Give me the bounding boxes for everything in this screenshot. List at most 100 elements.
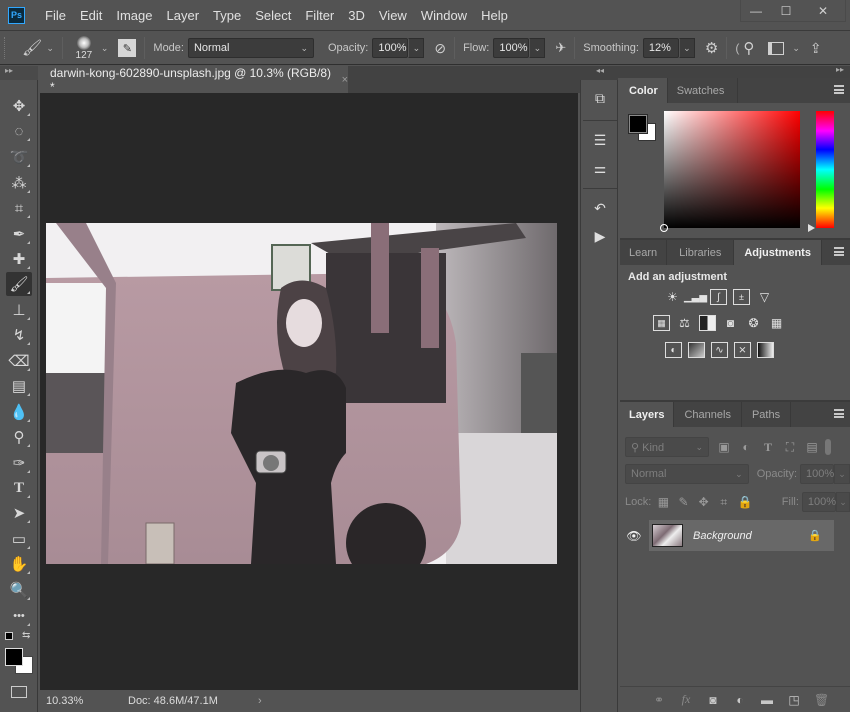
levels-icon[interactable]: ▁▃▅: [684, 289, 707, 305]
toolbox-header[interactable]: ▸▸: [0, 66, 38, 80]
filter-adjustment-icon[interactable]: ◐: [739, 440, 753, 454]
dodge-tool[interactable]: ⚲: [6, 425, 32, 449]
zoom-level-field[interactable]: 10.33%: [40, 695, 90, 707]
hue-slider[interactable]: [816, 111, 834, 228]
tab-channels[interactable]: Channels: [674, 402, 742, 427]
smoothing-input[interactable]: 12%: [642, 38, 679, 58]
foreground-color-swatch[interactable]: [5, 648, 23, 666]
flow-input[interactable]: 100%: [493, 38, 530, 58]
brush-settings-panel-icon[interactable]: ✎: [118, 39, 137, 57]
rectangle-tool[interactable]: ▭: [6, 527, 32, 551]
hue-slider-handle[interactable]: [808, 224, 815, 232]
new-adjustment-layer-icon[interactable]: ◐: [733, 693, 747, 707]
menu-select[interactable]: Select: [255, 8, 291, 23]
gradient-tool[interactable]: ▤: [6, 374, 32, 398]
brush-preset-icon[interactable]: 🖌: [22, 38, 42, 58]
search-icon[interactable]: ⚲: [743, 39, 754, 57]
healing-brush-tool[interactable]: ✚: [6, 247, 32, 271]
lock-all-icon[interactable]: 🔒: [738, 495, 753, 509]
menu-view[interactable]: View: [379, 8, 407, 23]
gradient-map-icon[interactable]: [757, 342, 774, 358]
minimize-button[interactable]: —: [741, 0, 771, 22]
menu-filter[interactable]: Filter: [305, 8, 334, 23]
crop-tool[interactable]: ⌗: [6, 196, 32, 220]
black-white-icon[interactable]: [699, 315, 716, 331]
invert-icon[interactable]: ◐: [665, 342, 682, 358]
fill-input[interactable]: 100%: [801, 492, 836, 512]
new-group-folder-icon[interactable]: ▬: [760, 693, 774, 707]
opacity-dropdown-button[interactable]: ⌄: [408, 38, 425, 58]
layer-style-fx-icon[interactable]: fx: [679, 692, 693, 707]
menu-window[interactable]: Window: [421, 8, 467, 23]
threshold-icon[interactable]: ∿: [711, 342, 728, 358]
brush-tool[interactable]: 🖌: [6, 272, 32, 296]
quick-mask-icon[interactable]: [11, 686, 27, 698]
menu-image[interactable]: Image: [116, 8, 152, 23]
panel-menu-icon[interactable]: [834, 85, 844, 94]
tab-adjustments[interactable]: Adjustments: [734, 240, 822, 265]
opacity-input[interactable]: 100%: [372, 38, 409, 58]
workspace-icon[interactable]: [768, 41, 785, 55]
exposure-icon[interactable]: ±: [733, 289, 750, 305]
lock-position-icon[interactable]: ✥: [698, 495, 710, 509]
menu-file[interactable]: File: [45, 8, 66, 23]
tab-learn[interactable]: Learn: [620, 240, 668, 265]
layer-filter-dropdown[interactable]: ⚲ Kind ⌄: [625, 437, 709, 457]
saturation-value-picker[interactable]: [660, 111, 800, 232]
lock-transparent-icon[interactable]: ▦: [657, 495, 669, 509]
visibility-eye-icon[interactable]: 👁: [619, 520, 649, 551]
hue-saturation-icon[interactable]: ▦: [653, 315, 670, 331]
tab-color[interactable]: Color: [620, 78, 668, 103]
brush-settings-icon[interactable]: ☰: [587, 128, 613, 152]
photo-filter-icon[interactable]: ◙: [722, 315, 739, 331]
filter-smart-object-icon[interactable]: ▤: [805, 440, 819, 454]
quick-selection-tool[interactable]: ⁂: [6, 171, 32, 195]
new-layer-icon[interactable]: ◳: [787, 693, 801, 707]
color-lookup-icon[interactable]: ▦: [768, 315, 785, 331]
3d-panel-icon[interactable]: ⧉: [587, 86, 613, 110]
delete-layer-trash-icon[interactable]: 🗑: [814, 693, 829, 707]
type-tool[interactable]: T: [6, 476, 32, 500]
actions-play-icon[interactable]: ▶: [587, 224, 613, 248]
layer-opacity-dropdown[interactable]: ⌄: [834, 464, 850, 484]
tab-libraries[interactable]: Libraries: [667, 240, 735, 265]
gear-icon[interactable]: ⚙: [705, 39, 718, 57]
canvas-area[interactable]: [40, 93, 578, 690]
selective-color-icon[interactable]: ⨯: [734, 342, 751, 358]
workspace-chevron-icon[interactable]: ⌄: [792, 43, 800, 54]
smoothing-dropdown-button[interactable]: ⌄: [678, 38, 695, 58]
history-icon[interactable]: ↶: [587, 196, 613, 220]
brush-size-picker[interactable]: 127: [71, 35, 97, 61]
layer-opacity-input[interactable]: 100%: [800, 464, 834, 484]
eyedropper-tool[interactable]: ✒: [6, 222, 32, 246]
menu-type[interactable]: Type: [213, 8, 241, 23]
brush-picker-chevron-icon[interactable]: ⌄: [101, 43, 109, 54]
eraser-tool[interactable]: ⌫: [6, 349, 32, 373]
expand-dock-icon[interactable]: ◂◂: [596, 66, 604, 75]
tab-layers[interactable]: Layers: [620, 402, 675, 427]
default-colors-icon[interactable]: [5, 632, 13, 640]
fill-dropdown[interactable]: ⌄: [835, 492, 850, 512]
posterize-icon[interactable]: [688, 342, 705, 358]
flow-dropdown-button[interactable]: ⌄: [529, 38, 546, 58]
mode-dropdown[interactable]: Normal ⌄: [187, 38, 314, 58]
filter-pixel-icon[interactable]: ▣: [717, 440, 731, 454]
maximize-button[interactable]: ☐: [771, 0, 801, 22]
pen-tool[interactable]: ✑: [6, 451, 32, 475]
dock-header[interactable]: ◂◂: [580, 66, 618, 80]
link-layers-icon[interactable]: ⚭: [652, 693, 666, 707]
brightness-contrast-icon[interactable]: ☀: [664, 289, 681, 305]
tool-preset-chevron-icon[interactable]: ⌄: [46, 43, 54, 54]
clone-stamp-tool[interactable]: ⊥: [6, 298, 32, 322]
lock-artboard-icon[interactable]: ⌗: [718, 495, 730, 510]
menu-layer[interactable]: Layer: [167, 8, 200, 23]
tab-swatches[interactable]: Swatches: [668, 78, 738, 103]
panel-menu-icon[interactable]: [834, 247, 844, 256]
vibrance-icon[interactable]: ▽: [756, 289, 773, 305]
blur-tool[interactable]: 💧: [6, 400, 32, 424]
brushes-panel-icon[interactable]: ⚌: [587, 156, 613, 180]
filter-type-icon[interactable]: T: [761, 440, 775, 455]
tab-paths[interactable]: Paths: [742, 402, 792, 427]
hand-tool[interactable]: ✋: [6, 552, 32, 576]
channel-mixer-icon[interactable]: ❂: [745, 315, 762, 331]
